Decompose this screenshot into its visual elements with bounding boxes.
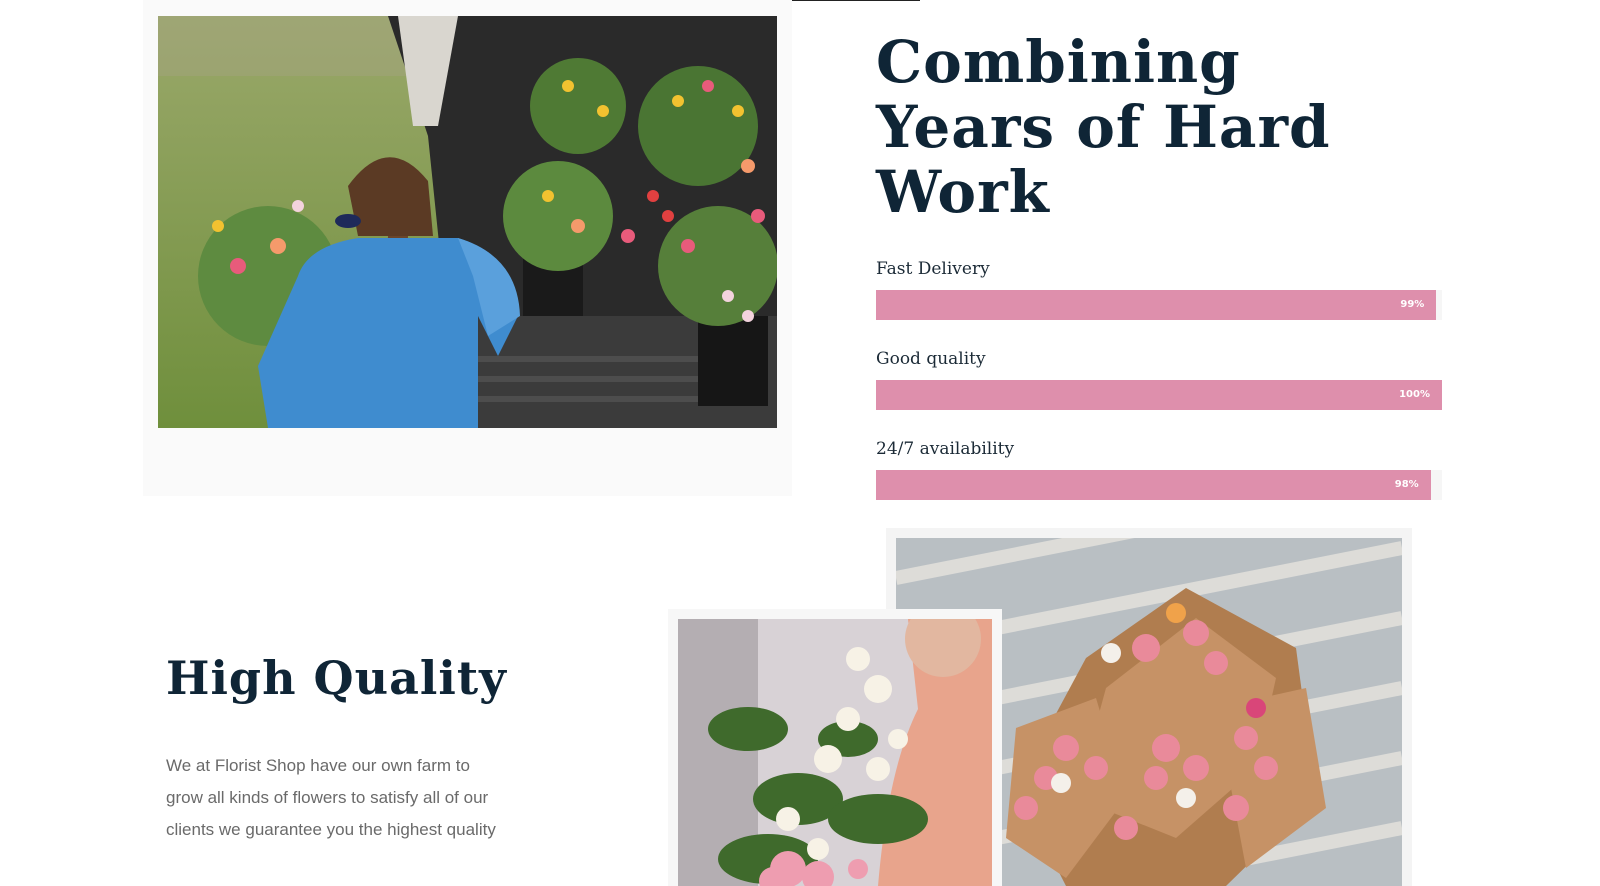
progress-fill: 100%: [876, 380, 1442, 410]
progress-track: 100%: [876, 380, 1442, 410]
skill-label: Good quality: [876, 349, 986, 369]
progress-value: 99%: [1400, 299, 1425, 310]
section-body-text: We at Florist Shop have our own farm to …: [166, 756, 496, 839]
skill-label: Fast Delivery: [876, 259, 990, 279]
progress-value: 98%: [1394, 479, 1419, 490]
progress-track: 99%: [876, 290, 1442, 320]
skill-good-quality: Good quality 100%: [876, 348, 1446, 410]
progress-track: 98%: [876, 470, 1442, 500]
holding-photo: [678, 619, 992, 886]
progress-fill: 99%: [876, 290, 1437, 320]
skill-fast-delivery: Fast Delivery 99%: [876, 258, 1446, 320]
skill-label: 24/7 availability: [876, 439, 1015, 459]
progress-fill: 98%: [876, 470, 1431, 500]
progress-value: 100%: [1399, 389, 1430, 400]
section-heading: Combining Years of Hard Work: [876, 28, 1331, 226]
skill-availability: 24/7 availability 98%: [876, 438, 1446, 500]
farm-photo: [158, 16, 777, 428]
page: Combining Years of Hard Work Fast Delive…: [0, 0, 1584, 886]
section-heading: High Quality: [166, 651, 507, 705]
